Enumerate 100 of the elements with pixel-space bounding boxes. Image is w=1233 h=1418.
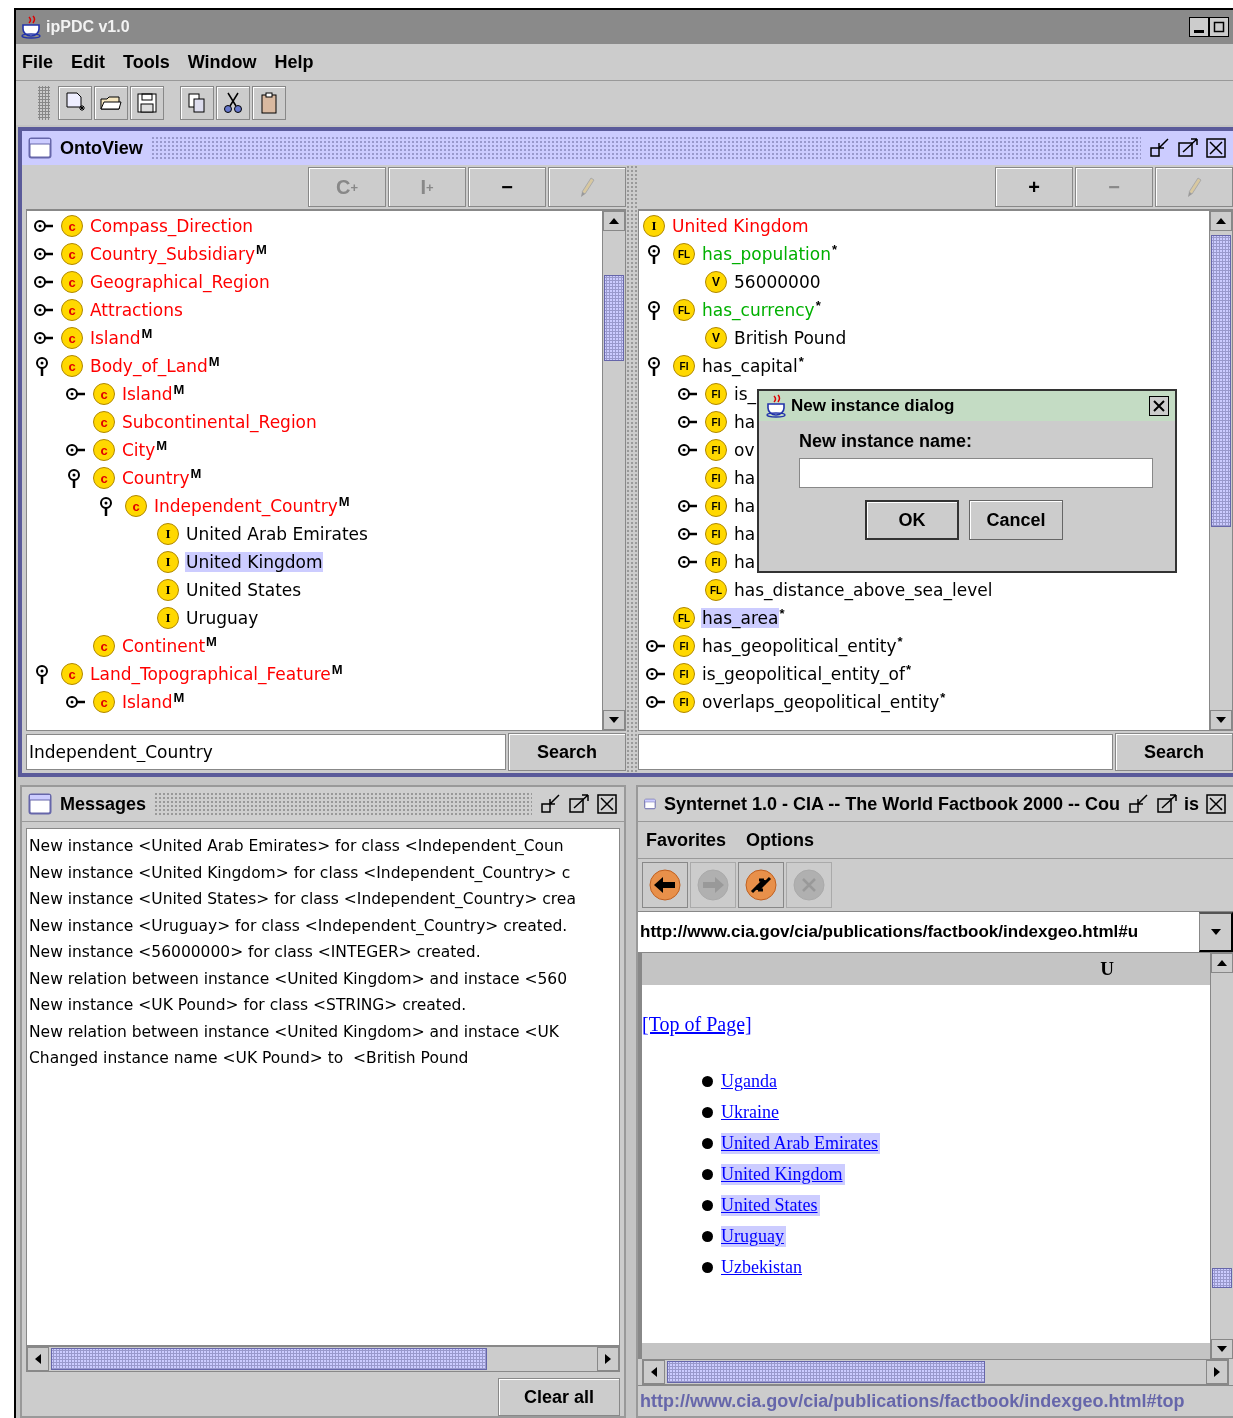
tree-node-label[interactable]: 56000000 [733,272,822,292]
maximize-button[interactable] [1209,17,1229,37]
tree-node-label[interactable]: United Kingdom [671,216,810,236]
vertical-scrollbar[interactable] [602,211,625,730]
scroll-thumb[interactable] [667,1361,985,1383]
tree-node-label[interactable]: Country [121,468,191,488]
scroll-thumb[interactable] [604,275,624,361]
tree-node-label[interactable]: Compass_Direction [89,216,255,236]
tree-node-label[interactable]: Attractions [89,300,184,320]
country-link[interactable]: Ukraine [721,1102,781,1123]
scroll-up-button[interactable] [1210,211,1232,231]
menu-item[interactable]: Tools [123,51,170,73]
country-link[interactable]: Uzbekistan [721,1257,804,1278]
tree-node-label[interactable]: Country_Subsidiary [89,244,256,264]
back-button[interactable] [642,862,688,908]
tree-node-label[interactable]: ha [733,496,757,516]
tree-node-label[interactable]: British Pound [733,328,848,348]
tree-node-label[interactable]: Uruguay [185,608,260,628]
scroll-down-button[interactable] [1210,710,1232,730]
search-field[interactable] [638,734,1113,770]
country-link[interactable]: United Kingdom [721,1164,845,1185]
tree-node-label[interactable]: Body_of_Land [89,356,209,376]
minimize-icon[interactable] [1149,137,1171,159]
close-button[interactable] [1149,396,1169,416]
toolbar-grip[interactable] [38,86,50,120]
type-badge: FI [705,411,727,433]
tree-node-label[interactable]: ha [733,468,757,488]
tree-node-label[interactable]: Independent_Country [153,496,339,516]
country-link[interactable]: Uruguay [721,1226,786,1247]
tree-node-label[interactable]: has_geopolitical_entity [701,636,898,656]
country-link[interactable]: United States [721,1195,820,1216]
horizontal-scrollbar[interactable] [642,1359,1229,1385]
tree-node-label[interactable]: has_capital [701,356,799,376]
menu-item[interactable]: Window [187,51,257,73]
marker: M [190,466,202,481]
clear-all-button[interactable]: Clear all [498,1378,620,1416]
scroll-up-button[interactable] [603,211,625,231]
tree-node-label[interactable]: ha [733,412,757,432]
scroll-right-button[interactable] [1206,1360,1228,1384]
scroll-thumb[interactable] [1212,1268,1232,1288]
marker: M [208,354,220,369]
country-link[interactable]: Uganda [721,1071,779,1092]
menu-item[interactable]: Help [274,51,314,73]
tree-node-label[interactable]: ha [733,552,757,572]
scroll-left-button[interactable] [27,1347,49,1371]
dialog-button[interactable]: Cancel [969,500,1063,540]
top-of-page-link[interactable]: [Top of Page] [642,1013,752,1035]
tree-node-label[interactable]: is_ [733,384,758,404]
horizontal-scrollbar[interactable] [26,1346,620,1372]
tree-node-label[interactable]: United Kingdom [185,552,324,572]
maximize-icon[interactable] [1177,137,1199,159]
menu-item[interactable]: File [22,51,53,73]
search-button[interactable]: Search [508,733,626,771]
vertical-scrollbar[interactable] [1209,211,1232,730]
scroll-up-button[interactable] [1211,953,1233,973]
name-input-field[interactable] [799,458,1153,488]
tree-node-label[interactable]: City [121,440,157,460]
tree-node-label[interactable]: United States [185,580,303,600]
tree-node-label[interactable]: ov [733,440,756,460]
paste-button[interactable] [252,86,286,120]
scroll-thumb[interactable] [51,1348,487,1370]
tree-node-label[interactable]: ha [733,524,757,544]
type-badge: c [61,355,83,377]
country-link[interactable]: United Arab Emirates [721,1133,880,1154]
menu-item[interactable]: Edit [71,51,105,73]
vertical-scrollbar[interactable] [1210,953,1233,1359]
scroll-down-button[interactable] [1211,1339,1233,1359]
scroll-left-button[interactable] [643,1360,665,1384]
minimize-button[interactable] [1189,17,1209,37]
menu-item[interactable]: Options [746,829,815,851]
tree-node-label[interactable]: overlaps_geopolitical_entity [701,692,941,712]
toolbar-button[interactable]: + [995,167,1073,207]
tree-node-label[interactable]: Subcontinental_Region [121,412,318,432]
toolbar-button[interactable]: − [468,167,546,207]
tree-node-label[interactable]: Island [121,692,174,712]
copy-button[interactable] [180,86,214,120]
new-file-button[interactable] [58,86,92,120]
search-button[interactable]: Search [1115,733,1233,771]
save-button[interactable] [130,86,164,120]
tree-node-label[interactable]: Island [121,384,174,404]
dialog-button[interactable]: OK [865,500,959,540]
cut-button[interactable] [216,86,250,120]
tree-node-label[interactable]: is_geopolitical_entity_of [701,664,906,684]
menu-item[interactable]: Favorites [646,829,727,851]
close-icon[interactable] [1205,137,1227,159]
search-field[interactable]: Independent_Country [26,734,506,770]
tree-node-label[interactable]: Island [89,328,142,348]
tree-node-label[interactable]: has_distance_above_sea_level [733,580,994,600]
tree-node-label[interactable]: has_area [701,608,780,628]
scroll-thumb[interactable] [1211,235,1231,527]
tree-node-label[interactable]: Land_Topographical_Feature [89,664,332,684]
tree-node-label[interactable]: Continent [121,636,207,656]
tree-node-label[interactable]: Geographical_Region [89,272,271,292]
scroll-right-button[interactable] [597,1347,619,1371]
reload-button[interactable] [738,862,784,908]
open-button[interactable] [94,86,128,120]
scroll-down-button[interactable] [603,710,625,730]
address-field[interactable]: http://www.cia.gov/cia/publications/factbook/indexgeo.html#u [638,912,1199,952]
tree-node-label[interactable]: United Arab Emirates [185,524,369,544]
dropdown-button[interactable] [1199,912,1233,952]
